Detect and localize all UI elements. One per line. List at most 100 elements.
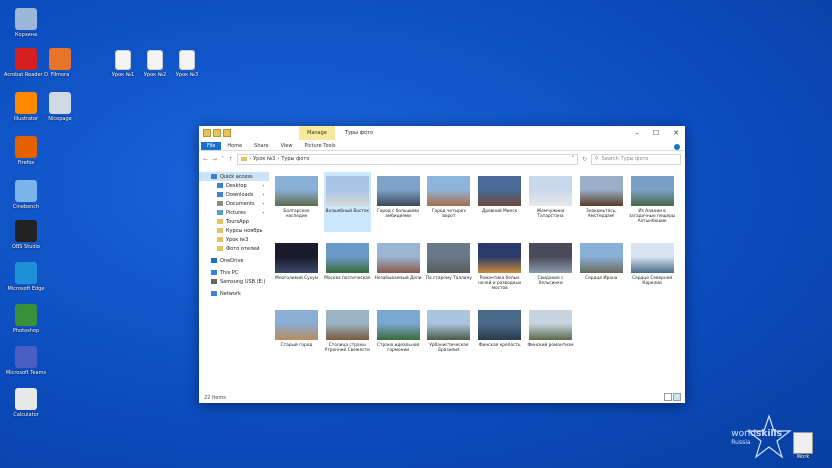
photo-caption: Сердце Ирана (585, 276, 618, 281)
properties-icon[interactable] (213, 129, 221, 137)
maximize-button[interactable]: ☐ (653, 129, 659, 137)
sidebar-item[interactable]: Network (199, 289, 269, 298)
sidebar-item[interactable]: Урок №3 (199, 235, 269, 244)
documents-icon (217, 201, 223, 206)
desktop-icon-document[interactable]: Урок №2 (140, 50, 170, 78)
pin-icon[interactable]: ✦ (262, 183, 265, 188)
tab-file[interactable]: File (201, 142, 222, 150)
photo-tile[interactable]: Волшебный Восток (323, 172, 371, 232)
sidebar-item[interactable]: ToursApp (199, 217, 269, 226)
ribbon-tabs: File Home Share View Picture Tools (199, 140, 685, 151)
details-view-icon[interactable] (664, 393, 672, 401)
desktop-icon-document[interactable]: Урок №1 (108, 50, 138, 78)
sidebar-item[interactable]: Курсы ноябрь (199, 226, 269, 235)
desktop-icon-document[interactable]: Урок №3 (172, 50, 202, 78)
photo-tile[interactable]: Жемчужина Татарстана (527, 176, 574, 219)
desktop-icon-nicepage[interactable]: Nicepage (38, 92, 82, 122)
photo-tile[interactable]: Свидание с Хельсинки (527, 243, 574, 286)
desktop-icon-edge[interactable]: Microsoft Edge (4, 262, 48, 292)
tab-picture-tools[interactable]: Picture Tools (298, 142, 341, 150)
address-bar[interactable]: › Урок №3 › Туры фото ˅ (237, 153, 578, 165)
breadcrumb-separator: › (277, 156, 280, 162)
sidebar-item[interactable]: OneDrive (199, 256, 269, 265)
desktop-icon-firefox[interactable]: Firefox (4, 136, 48, 166)
folder-icon (217, 228, 223, 233)
desktop-icon-cinebench[interactable]: Cinebench (4, 180, 48, 210)
photo-tile[interactable]: Сердце Северной Карелии (629, 243, 676, 286)
pin-icon[interactable]: ✦ (262, 201, 265, 206)
tab-share[interactable]: Share (248, 142, 274, 150)
sidebar-item[interactable]: Desktop ✦ (199, 181, 269, 190)
sidebar-item[interactable]: Фото отелей (199, 244, 269, 253)
sidebar-item[interactable]: Downloads ✦ (199, 190, 269, 199)
photo-thumbnail (529, 310, 572, 340)
photo-tile[interactable]: Финская крепость (476, 310, 523, 348)
photo-caption: Романтика белых ночей и разводных мостов (477, 276, 522, 292)
desktop-icon-recycle-bin[interactable]: Корзина (4, 8, 48, 38)
help-icon[interactable] (674, 144, 680, 150)
back-arrow-icon[interactable]: ← (203, 156, 208, 163)
large-icons-view-icon[interactable] (673, 393, 681, 401)
photo-thumbnail (579, 176, 623, 206)
tab-view[interactable]: View (275, 142, 299, 150)
photo-thumbnail (478, 176, 522, 206)
sidebar-item[interactable]: Quick access (199, 172, 269, 181)
photo-tile[interactable]: Урбанистическая Бразилия (425, 310, 472, 353)
folder-icon[interactable] (203, 129, 211, 137)
photo-tile[interactable]: Многоликий Сухум (273, 243, 320, 281)
photo-thumbnail (376, 310, 420, 340)
photo-tile[interactable]: Романтика белых ночей и разводных мостов (476, 243, 523, 292)
photo-tile[interactable]: По старому Таллину (425, 243, 472, 281)
desktop-icon-label: Nicepage (48, 116, 72, 122)
photo-tile[interactable]: Москва поэтическая (324, 243, 371, 281)
sidebar-item-label: Samsung USB (E:) (220, 278, 266, 285)
context-tab-manage[interactable]: Manage (299, 126, 335, 140)
photo-tile[interactable]: Болгарское наследие (273, 176, 320, 219)
photo-caption: Сердце Северной Карелии (632, 276, 673, 287)
desktop-icon-label: Урок №1 (111, 72, 135, 78)
photo-tile[interactable]: Финский романтизм (527, 310, 574, 348)
new-folder-icon[interactable] (223, 129, 231, 137)
photo-thumbnail (427, 243, 471, 273)
network-icon (211, 291, 217, 296)
breadcrumb-item[interactable]: Туры фото (281, 156, 309, 162)
photo-tile[interactable]: Сердце Ирана (578, 243, 625, 281)
photo-tile[interactable]: Город четырех ворот (425, 176, 472, 219)
sidebar-item[interactable]: Documents ✦ (199, 199, 269, 208)
close-button[interactable]: ✕ (673, 129, 679, 137)
photo-caption: По старому Таллину (425, 276, 472, 281)
desktop-icon-calculator[interactable]: Calculator (4, 388, 48, 418)
desktop-icon-obs[interactable]: OBS Studio (4, 220, 48, 250)
photo-tile[interactable]: Город с большими амбициями (375, 176, 422, 219)
sidebar-item[interactable]: This PC (199, 268, 269, 277)
tab-home[interactable]: Home (221, 142, 248, 150)
desktop-icon-filmora[interactable]: Filmora (38, 48, 82, 78)
refresh-icon[interactable]: ↻ (582, 156, 587, 163)
pin-icon[interactable]: ✦ (262, 192, 265, 197)
photo-thumbnail (376, 176, 420, 206)
sidebar-item[interactable]: Pictures ✦ (199, 208, 269, 217)
quick-access-toolbar[interactable] (203, 129, 231, 137)
sidebar-item[interactable]: Samsung USB (E:) (199, 277, 269, 286)
breadcrumb-item[interactable]: Урок №3 (253, 156, 275, 162)
star-logo-icon (746, 414, 792, 459)
desktop-icon-photoshop[interactable]: Photoshop (4, 304, 48, 334)
photo-tile[interactable]: Страна идеальной гармонии (375, 310, 422, 353)
photo-tile[interactable]: Древний Минск (476, 176, 523, 214)
pin-icon[interactable]: ✦ (262, 210, 265, 215)
photo-tile[interactable]: Знакомьтесь, Амстердам! (578, 176, 625, 219)
desktop-icon-teams[interactable]: Microsoft Teams (4, 346, 48, 376)
minimize-button[interactable]: – (635, 129, 639, 137)
photo-tile[interactable]: Столица страны Утренней Свежести (324, 310, 371, 353)
search-placeholder: Search Туры фото (601, 156, 649, 162)
forward-arrow-icon[interactable]: → (212, 156, 217, 163)
desktop-icon-label: Firefox (17, 160, 35, 166)
desktop-icon-work[interactable]: Work (792, 432, 814, 460)
address-dropdown-icon[interactable]: ˅ (571, 156, 574, 162)
photo-tile[interactable]: Старый город (273, 310, 320, 348)
photo-tile[interactable]: Незабываемый Дели (375, 243, 422, 281)
photo-tile[interactable]: Из Алании в загадочные пещеры Алтынбешик (629, 176, 676, 225)
recent-dropdown-icon[interactable]: ˅ (221, 156, 224, 163)
up-arrow-icon[interactable]: ↑ (228, 156, 233, 163)
search-box[interactable]: ⚲ Search Туры фото (591, 153, 681, 165)
